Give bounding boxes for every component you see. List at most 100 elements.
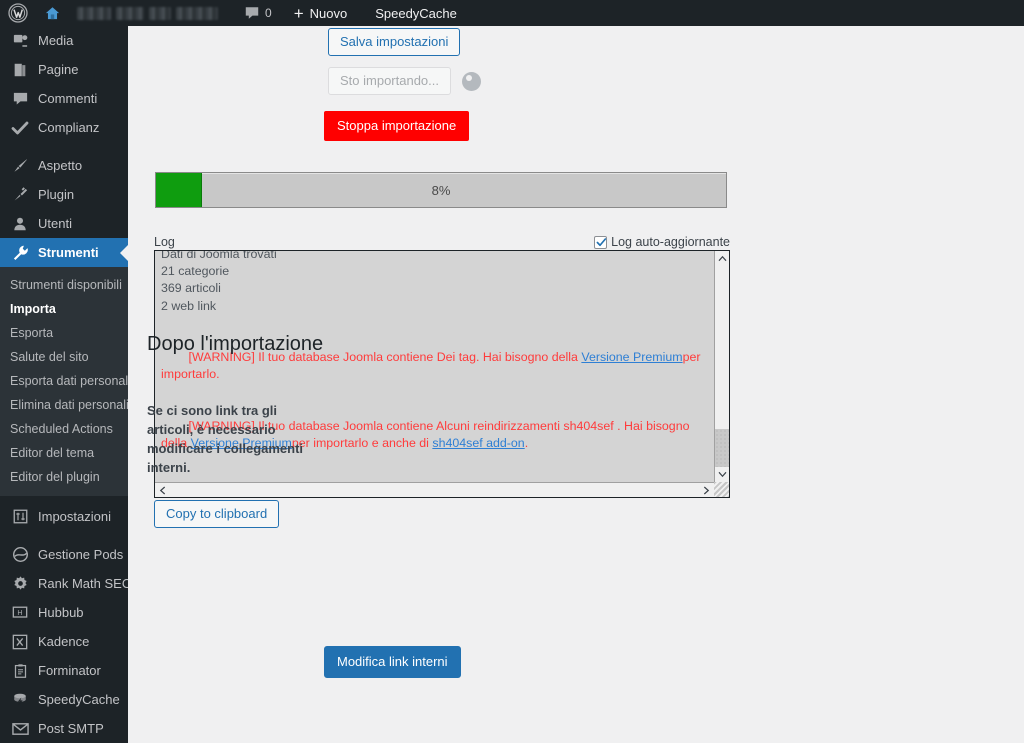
- after-import-button-row: Modifica link interni: [324, 646, 461, 678]
- sidebar-item-strumenti[interactable]: Strumenti: [0, 238, 128, 267]
- sidebar-label: Impostazioni: [38, 509, 111, 524]
- sidebar-item-media[interactable]: Media: [0, 26, 128, 55]
- plus-icon: +: [293, 3, 304, 23]
- versione-premium-link[interactable]: Versione Premium: [581, 350, 682, 364]
- scroll-right-arrow-icon[interactable]: [699, 483, 714, 497]
- scroll-left-arrow-icon[interactable]: [155, 483, 170, 497]
- sidebar-item-commenti[interactable]: Commenti: [0, 84, 128, 113]
- submenu-item-salute-del-sito[interactable]: Salute del sito: [0, 345, 128, 369]
- save-settings-button[interactable]: Salva impostazioni: [328, 28, 461, 56]
- sidebar-item-forminator[interactable]: Forminator: [0, 656, 128, 685]
- modify-internal-links-button[interactable]: Modifica link interni: [324, 646, 461, 678]
- pages-icon: [10, 60, 30, 80]
- sidebar-separator: [0, 531, 128, 540]
- after-import-description: Se ci sono link tra gli articoli, è nece…: [147, 403, 304, 475]
- speedycache-icon: [10, 690, 30, 710]
- log-label: Log: [154, 235, 175, 249]
- sidebar-item-kadence[interactable]: Kadence: [0, 627, 128, 656]
- copy-to-clipboard-button[interactable]: Copy to clipboard: [154, 500, 280, 528]
- strumenti-submenu: Strumenti disponibili Importa Esporta Sa…: [0, 267, 128, 496]
- submenu-item-editor-del-plugin[interactable]: Editor del plugin: [0, 465, 128, 489]
- submenu-item-editor-del-tema[interactable]: Editor del tema: [0, 441, 128, 465]
- wordpress-logo-icon: [8, 3, 28, 23]
- main-content: Salva impostazioni Sto importando... Sto…: [128, 26, 1024, 743]
- sidebar-label: Utenti: [38, 216, 72, 231]
- home-icon: [44, 5, 61, 22]
- log-horizontal-scrollbar[interactable]: [155, 482, 714, 497]
- admin-bar: 0 + Nuovo SpeedyCache: [0, 0, 1024, 26]
- clipboard-icon: [10, 661, 30, 681]
- copy-clipboard-row: Copy to clipboard: [154, 500, 280, 528]
- adminbar-item-speedycache[interactable]: SpeedyCache: [367, 0, 465, 26]
- sidebar-label: Pagine: [38, 62, 79, 77]
- gear-icon: [10, 574, 30, 594]
- submenu-item-esporta-dati-personali[interactable]: Esporta dati personali: [0, 369, 128, 393]
- paintbrush-icon: [10, 156, 30, 176]
- wordpress-logo-button[interactable]: [0, 0, 36, 26]
- sidebar-item-speedycache[interactable]: SpeedyCache: [0, 685, 128, 714]
- sidebar-label: Media: [38, 33, 74, 48]
- stop-import-button[interactable]: Stoppa importazione: [324, 111, 470, 141]
- check-icon: [596, 237, 607, 246]
- settings-sliders-icon: [10, 507, 30, 527]
- submenu-item-esporta[interactable]: Esporta: [0, 321, 128, 345]
- sidebar-label: Kadence: [38, 634, 90, 649]
- sidebar-item-rank-math-seo[interactable]: Rank Math SEO: [0, 569, 128, 598]
- log-autorefresh-checkbox[interactable]: [594, 235, 608, 249]
- sidebar-label: Strumenti: [38, 245, 99, 260]
- loading-spinner-icon: [462, 71, 481, 91]
- warning-text: .: [524, 436, 529, 451]
- redacted-block-3: [149, 6, 171, 20]
- sidebar-label: Hubbub: [38, 605, 84, 620]
- envelope-icon: [10, 719, 30, 739]
- log-line: 369 articoli: [161, 281, 221, 296]
- new-content-label: Nuovo: [309, 5, 348, 21]
- submenu-item-elimina-dati-personali[interactable]: Elimina dati personali: [0, 393, 128, 417]
- scrollbar-corner-grip: [714, 482, 729, 497]
- comments-bubble-button[interactable]: 0: [236, 0, 280, 26]
- sidebar-item-plugin[interactable]: Plugin: [0, 180, 128, 209]
- log-autorefresh-toggle[interactable]: Log auto-aggiornante: [594, 235, 730, 249]
- sidebar-item-impostazioni[interactable]: Impostazioni: [0, 502, 128, 531]
- submenu-item-scheduled-actions[interactable]: Scheduled Actions: [0, 417, 128, 441]
- sidebar-label: Post SMTP: [38, 721, 104, 736]
- site-home-button[interactable]: [36, 0, 69, 26]
- comments-count: 0: [265, 6, 272, 20]
- sidebar-item-aspetto[interactable]: Aspetto: [0, 151, 128, 180]
- sidebar-label: Complianz: [38, 120, 100, 135]
- scroll-up-arrow-icon[interactable]: [715, 251, 729, 266]
- sidebar-item-post-smtp[interactable]: Post SMTP: [0, 714, 128, 743]
- log-line: Dati di Joomla trovati: [161, 250, 277, 261]
- checkmark-icon: [10, 118, 30, 138]
- kadence-icon: [10, 632, 30, 652]
- sh404sef-addon-link[interactable]: sh404sef add-on: [432, 436, 524, 450]
- wrench-icon: [10, 243, 30, 263]
- sidebar-item-pagine[interactable]: Pagine: [0, 55, 128, 84]
- comments-icon: [10, 89, 30, 109]
- log-line: 21 categorie: [161, 264, 230, 279]
- new-content-button[interactable]: + Nuovo: [286, 0, 356, 26]
- log-vertical-scrollbar[interactable]: [714, 251, 729, 482]
- sidebar-label: Rank Math SEO: [38, 576, 128, 591]
- log-header: Log Log auto-aggiornante: [154, 235, 730, 249]
- sidebar-item-utenti[interactable]: Utenti: [0, 209, 128, 238]
- adminbar-speedycache-label: SpeedyCache: [375, 5, 457, 21]
- sidebar-label: Plugin: [38, 187, 75, 202]
- scroll-down-arrow-icon[interactable]: [715, 467, 729, 482]
- redacted-block-2: [116, 6, 144, 20]
- sidebar-item-complianz[interactable]: Complianz: [0, 113, 128, 142]
- save-settings-row: Salva impostazioni: [328, 28, 461, 56]
- sidebar-separator: [0, 142, 128, 151]
- submenu-item-importa[interactable]: Importa: [0, 297, 128, 321]
- submenu-item-strumenti-disponibili[interactable]: Strumenti disponibili: [0, 273, 128, 297]
- importing-row: Sto importando...: [328, 67, 481, 95]
- sidebar-item-hubbub[interactable]: H Hubbub: [0, 598, 128, 627]
- sidebar-item-gestione-pods[interactable]: Gestione Pods: [0, 540, 128, 569]
- sidebar-label: SpeedyCache: [38, 692, 120, 707]
- media-icon: [10, 31, 30, 51]
- log-line-blank: [161, 315, 711, 332]
- progress-percent-label: 8%: [431, 182, 451, 198]
- log-line: 2 web link: [161, 298, 217, 313]
- sidebar-label: Forminator: [38, 663, 101, 678]
- svg-text:H: H: [17, 608, 22, 616]
